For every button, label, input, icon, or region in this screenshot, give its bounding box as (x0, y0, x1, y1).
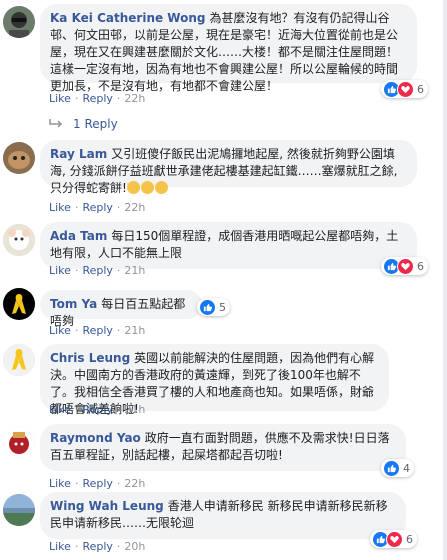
comment-bubble: Ada Tam 每日150個單程證，成個香港用晒嘅起公屋都唔夠，土地有限，人口不能… (40, 222, 417, 269)
comment-actions: Like · Reply · 21h (49, 264, 146, 277)
commenter-name[interactable]: Ray Lam (50, 147, 107, 161)
comment-actions: Like · Reply · 21h (49, 403, 146, 416)
comment-bubble: Ray Lam 又引班傻仔飯民出泥鳩攞地起屋, 然後就折夠野公園填海, 分錢派餅仔… (40, 140, 417, 195)
clap-icon (154, 181, 168, 194)
comment-bubble: Wing Wah Leung 香港人申请新移民 新移民申请新移民新移民申请新移民…… (40, 492, 406, 539)
avatar[interactable] (3, 224, 35, 256)
comment-bubble: Ka Kei Catherine Wong 為甚麼沒有地？有沒有仍記得山谷邨、何文… (40, 4, 417, 93)
like-link[interactable]: Like (49, 201, 71, 214)
clap-emojis (126, 181, 169, 195)
reply-link[interactable]: Reply (82, 477, 112, 490)
avatar[interactable] (3, 344, 35, 376)
reaction-count: 6 (417, 82, 424, 96)
like-link[interactable]: Like (49, 264, 71, 277)
comment-actions: Like · Reply · 22h (49, 477, 146, 490)
reply-arrow-icon (49, 119, 63, 128)
reaction-count: 6 (417, 259, 424, 273)
avatar[interactable] (3, 426, 35, 458)
reply-link[interactable]: Reply (82, 540, 112, 553)
reply-link[interactable]: Reply (82, 403, 112, 416)
reply-link[interactable]: Reply (82, 324, 112, 337)
reaction-summary[interactable]: 6 (381, 257, 428, 275)
reaction-summary[interactable]: 4 (381, 459, 414, 477)
comment-bubble: Tom Ya 每日百五點起都唔夠 (40, 290, 202, 328)
love-reaction-icon (386, 530, 403, 548)
view-replies-link[interactable]: 1 Reply (49, 117, 118, 131)
like-reaction-icon (199, 298, 216, 316)
reaction-summary[interactable]: 6 (370, 530, 417, 548)
reaction-count: 4 (403, 461, 410, 475)
like-link[interactable]: Like (49, 324, 71, 337)
commenter-name[interactable]: Ka Kei Catherine Wong (50, 11, 206, 25)
like-link[interactable]: Like (49, 403, 71, 416)
commenter-name[interactable]: Wing Wah Leung (50, 499, 164, 513)
comment-bubble: Chris Leung 英國以前能解決的住屋問題，因為他們有心解決。中國南方的香港… (40, 344, 389, 416)
reply-link[interactable]: Reply (82, 92, 112, 105)
commenter-name[interactable]: Ada Tam (50, 229, 107, 243)
comment-actions: Like · Reply · 21h (49, 324, 146, 337)
reaction-count: 5 (219, 300, 226, 314)
comment-feed: Ka Kei Catherine Wong 為甚麼沒有地？有沒有仍記得山谷邨、何文… (0, 0, 447, 560)
love-reaction-icon (397, 80, 414, 98)
avatar[interactable] (3, 6, 35, 38)
like-reaction-icon (383, 459, 400, 477)
scrollbar[interactable] (443, 0, 447, 560)
comment-actions: Like · Reply · 20h (49, 540, 146, 553)
commenter-name[interactable]: Chris Leung (50, 351, 130, 365)
comment-actions: Like · Reply · 22h (49, 201, 146, 214)
timestamp[interactable]: 20h (124, 540, 145, 553)
comment-actions: Like · Reply · 22h (49, 92, 146, 105)
timestamp[interactable]: 22h (124, 92, 145, 105)
clap-icon (140, 181, 154, 194)
like-link[interactable]: Like (49, 540, 71, 553)
timestamp[interactable]: 21h (124, 264, 145, 277)
timestamp[interactable]: 21h (124, 403, 145, 416)
replies-count-label[interactable]: 1 Reply (73, 117, 118, 131)
reply-link[interactable]: Reply (82, 264, 112, 277)
reply-link[interactable]: Reply (82, 201, 112, 214)
like-link[interactable]: Like (49, 92, 71, 105)
timestamp[interactable]: 21h (124, 324, 145, 337)
reaction-summary[interactable]: 6 (381, 80, 428, 98)
timestamp[interactable]: 22h (124, 477, 145, 490)
timestamp[interactable]: 22h (124, 201, 145, 214)
reaction-summary[interactable]: 5 (197, 298, 230, 316)
love-reaction-icon (397, 257, 414, 275)
like-link[interactable]: Like (49, 477, 71, 490)
reaction-count: 6 (406, 532, 413, 546)
clap-icon (126, 181, 140, 194)
comment-bubble: Raymond Yao 政府一直冇面對問題，供應不及需求快!日日落百五單程証，別話… (40, 424, 406, 471)
avatar[interactable] (3, 142, 35, 174)
commenter-name[interactable]: Tom Ya (50, 297, 97, 311)
commenter-name[interactable]: Raymond Yao (50, 431, 141, 445)
avatar[interactable] (3, 494, 35, 526)
avatar[interactable] (3, 288, 35, 320)
